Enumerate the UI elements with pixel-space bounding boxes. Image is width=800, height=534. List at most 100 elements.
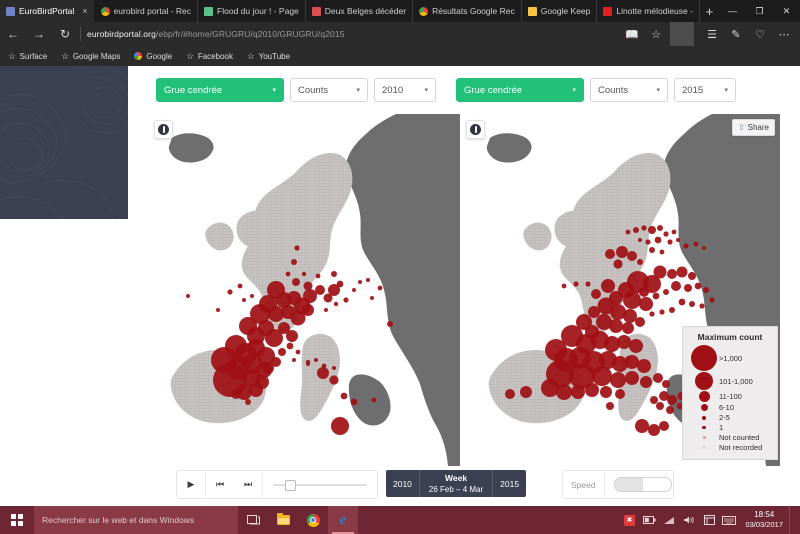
control-row: Grue cendrée ▾ Counts ▾ 2010 ▾ Grue cend… [128, 78, 800, 108]
legend-swatch [689, 391, 719, 402]
browser-tab-5[interactable]: Google Keep [522, 0, 598, 22]
bookmark-label: Facebook [197, 51, 233, 61]
window-close-button[interactable]: ✕ [773, 0, 800, 22]
bookmark-google[interactable]: Google [134, 52, 172, 61]
left-year-select[interactable]: 2010 ▾ [374, 78, 436, 102]
taskbar-search-input[interactable]: Rechercher sur le web et dans Windows [34, 506, 238, 534]
new-tab-button[interactable]: + [700, 0, 719, 22]
bookmark-google-maps[interactable]: ☆ Google Maps [61, 51, 120, 62]
volume-icon[interactable] [679, 506, 699, 534]
chrome-icon[interactable] [298, 506, 328, 534]
speed-slider[interactable] [613, 477, 672, 492]
left-metric-select[interactable]: Counts ▾ [290, 78, 368, 102]
bookmark-facebook[interactable]: ☆ Facebook [186, 51, 233, 62]
browser-tab-0[interactable]: EuroBirdPortal × [0, 0, 95, 22]
right-species-value: Grue cendrée [464, 84, 523, 96]
show-desktop-button[interactable] [789, 506, 796, 534]
keyboard-icon[interactable] [719, 506, 739, 534]
chevron-down-icon: ▾ [356, 87, 360, 94]
left-species-select[interactable]: Grue cendrée ▾ [156, 78, 284, 102]
legend-swatch [689, 425, 719, 430]
tab-favicon [6, 6, 15, 16]
folder-glyph [276, 512, 290, 525]
legend-item: Not counted [689, 433, 771, 442]
share-icon[interactable]: ♡ [748, 22, 772, 46]
windows-taskbar: Rechercher sur le web et dans Windows e … [0, 506, 800, 534]
tab-title: Flood du jour ! - Page [217, 6, 299, 16]
star-icon: ☆ [246, 50, 255, 61]
address-bar[interactable]: eurobirdportal.org/ebp/fr/#home/GRUGRU/q… [87, 29, 620, 39]
wifi-icon[interactable] [659, 506, 679, 534]
bookmark-youtube[interactable]: ☆ YouTube [247, 51, 290, 62]
battery-icon[interactable] [639, 506, 659, 534]
task-view-glyph [246, 514, 260, 524]
taskbar-clock[interactable]: 18:54 03/03/2017 [739, 510, 789, 530]
forward-icon[interactable]: → [26, 22, 52, 46]
url-host: eurobirdportal.org [87, 29, 156, 39]
week-start-year: 2010 [393, 478, 412, 489]
left-map-controls: Grue cendrée ▾ Counts ▾ 2010 ▾ [156, 78, 442, 102]
download-icon [470, 124, 481, 135]
right-metric-select[interactable]: Counts ▾ [590, 78, 668, 102]
share-button[interactable]: ⇧ Share [731, 119, 775, 136]
reading-view-icon[interactable]: 📖 [620, 22, 644, 46]
task-view-icon[interactable] [238, 506, 268, 534]
legend-label: 2-5 [719, 413, 730, 422]
web-note-icon[interactable]: ✎ [724, 22, 748, 46]
browser-tab-4[interactable]: Résultats Google Rec [413, 0, 522, 22]
more-icon[interactable]: ⋯ [772, 22, 796, 46]
right-species-select[interactable]: Grue cendrée ▾ [456, 78, 584, 102]
legend-swatch [689, 446, 719, 449]
antivirus-icon[interactable]: ✖ [619, 506, 639, 534]
left-map-panel[interactable] [148, 114, 460, 466]
back-icon[interactable]: ← [0, 22, 26, 46]
nav-divider [80, 27, 81, 41]
browser-tab-6[interactable]: Linotte mélodieuse - [597, 0, 700, 22]
right-year-select[interactable]: 2015 ▾ [674, 78, 736, 102]
wifi-glyph [664, 516, 675, 524]
bookmark-surface[interactable]: ☆ Surface [8, 51, 47, 62]
action-center-icon[interactable] [699, 506, 719, 534]
week-indicator: 2010 Week 26 Feb – 4 Mar 2015 [386, 470, 527, 497]
window-maximize-button[interactable]: ❐ [746, 0, 773, 22]
tab-title: Linotte mélodieuse - [616, 6, 693, 16]
legend-label: Not counted [719, 433, 760, 442]
google-icon [134, 52, 143, 60]
toolbar-divider [670, 22, 694, 46]
star-icon: ☆ [61, 50, 69, 61]
play-button[interactable]: ▶ [177, 472, 205, 497]
site-background-strip [0, 66, 128, 219]
next-button[interactable]: ⏭ [234, 472, 262, 497]
left-download-button[interactable] [154, 120, 173, 139]
previous-button[interactable]: ⏮ [206, 472, 234, 497]
favorite-star-icon[interactable]: ☆ [644, 22, 668, 46]
topographic-pattern [0, 66, 128, 219]
screen: EuroBirdPortal × eurobird portal - Rec F… [0, 0, 800, 534]
timeline-slider[interactable] [263, 472, 377, 497]
left-map-svg [148, 114, 460, 466]
legend-item: 11-100 [689, 391, 771, 402]
browser-tab-3[interactable]: Deux Belges décéder [306, 0, 414, 22]
system-tray: ✖ 18:54 03/03/2017 [619, 506, 800, 534]
bookmark-label: Surface [19, 51, 48, 61]
clock-time: 18:54 [754, 510, 775, 519]
file-explorer-icon[interactable] [268, 506, 298, 534]
start-button[interactable] [0, 506, 34, 534]
browser-tab-1[interactable]: eurobird portal - Rec [95, 0, 199, 22]
refresh-icon[interactable]: ↻ [52, 22, 78, 46]
bookmark-label: Google [146, 51, 173, 61]
right-download-button[interactable] [466, 120, 485, 139]
bookmark-label: YouTube [258, 51, 291, 61]
window-minimize-button[interactable]: — [719, 0, 746, 22]
legend-item: 2-5 [689, 413, 771, 422]
browser-tab-2[interactable]: Flood du jour ! - Page [198, 0, 306, 22]
legend-label: 1 [719, 423, 724, 432]
week-end-year: 2015 [500, 478, 520, 489]
tab-close-icon[interactable]: × [82, 6, 87, 16]
chevron-down-icon: ▾ [656, 87, 660, 94]
right-map-panel[interactable]: ⇧ Share Maximum count >1,000 101-1,000 1… [460, 114, 780, 466]
timeline-handle[interactable] [285, 480, 296, 491]
hub-icon[interactable]: ☰ [700, 22, 724, 46]
edge-icon[interactable]: e [328, 506, 358, 534]
bookmark-label: Google Maps [72, 51, 121, 61]
